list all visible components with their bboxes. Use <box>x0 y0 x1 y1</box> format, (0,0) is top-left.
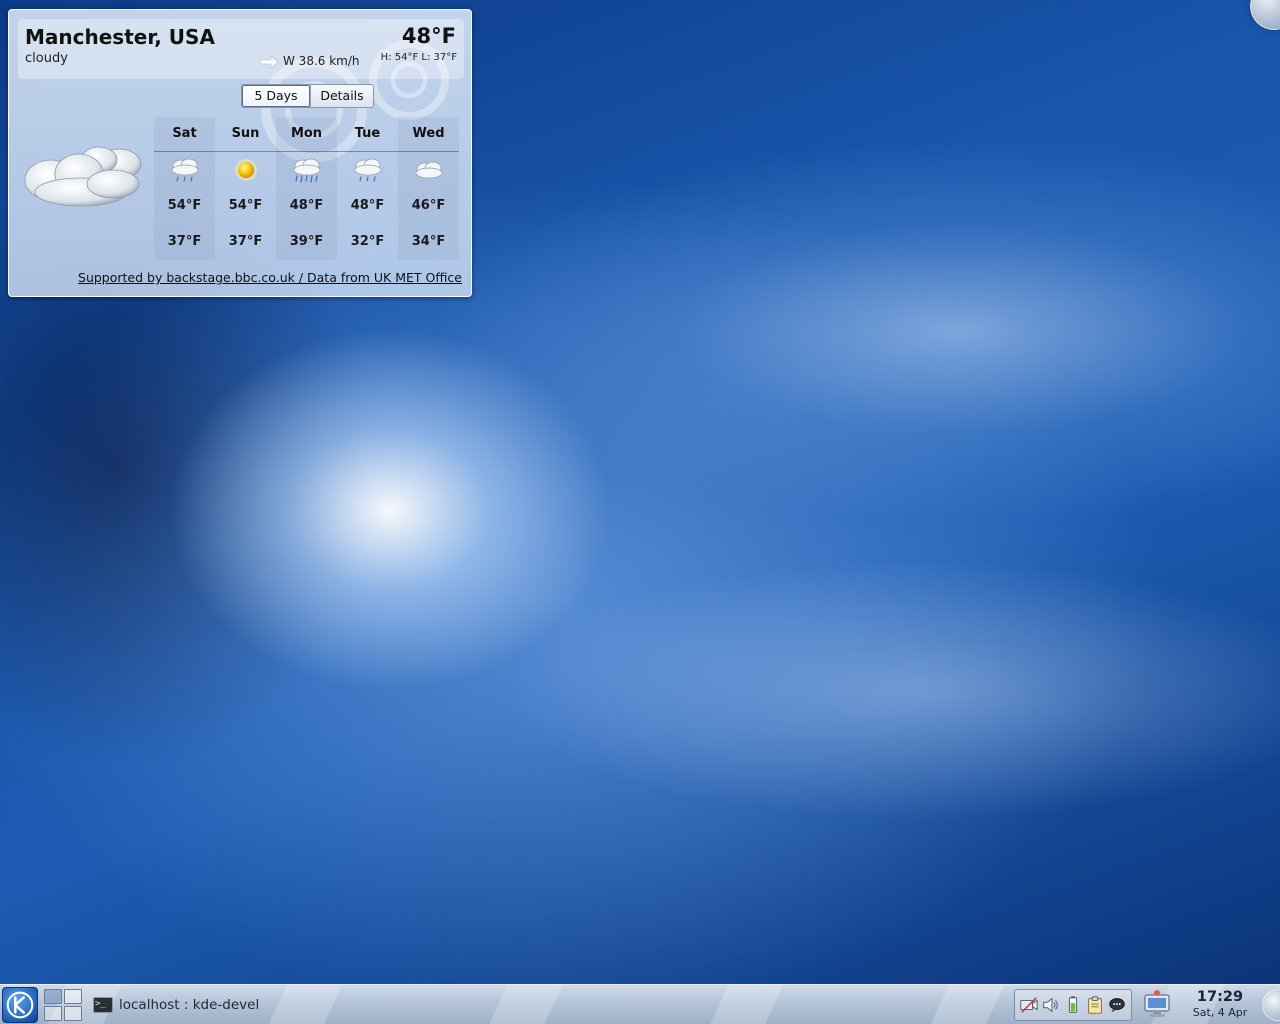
clipboard-icon[interactable] <box>1084 994 1106 1016</box>
taskbar-panel: >_ localhost : kde-devel 17:29 Sat, 4 Ap… <box>0 984 1280 1024</box>
forecast-high: 54°F <box>167 198 202 213</box>
panel-toolbox-button[interactable] <box>1262 989 1280 1021</box>
pager-desktop-4[interactable] <box>64 1006 82 1021</box>
cloudy-icon <box>415 161 443 179</box>
current-cloudy-icon <box>24 146 142 207</box>
notifications-icon[interactable] <box>1106 994 1128 1016</box>
high-low-temperature: H: 54°F L: 37°F <box>380 52 457 63</box>
forecast-low: 34°F <box>411 234 446 249</box>
video-camera-icon[interactable] <box>1018 994 1040 1016</box>
pager-desktop-3[interactable] <box>44 1006 62 1021</box>
credits-link[interactable]: Supported by backstage.bbc.co.uk / Data … <box>78 270 462 285</box>
taskbar-item-terminal[interactable]: >_ localhost : kde-devel <box>88 990 310 1020</box>
forecast-day: Mon <box>290 126 323 141</box>
network-icon[interactable] <box>1142 989 1172 1021</box>
kde-menu-button[interactable] <box>2 987 38 1023</box>
forecast-column: Mon 48°F 39°F <box>276 117 337 260</box>
forecast-column: Sat 54°F 37°F <box>154 117 215 260</box>
wind-info: W 38.6 km/h <box>283 54 360 68</box>
tab-details[interactable]: Details <box>310 85 373 107</box>
system-tray <box>1014 989 1132 1021</box>
heavy-rain-icon <box>293 158 321 183</box>
light-rain-icon <box>354 158 382 182</box>
forecast-column: Sun 54°F 37°F <box>215 117 276 260</box>
pager-desktop-2[interactable] <box>64 989 82 1004</box>
sunny-icon <box>235 159 257 181</box>
forecast-high: 48°F <box>289 198 324 213</box>
forecast-day: Sun <box>231 126 260 141</box>
tab-5-days[interactable]: 5 Days <box>242 85 310 107</box>
digital-clock[interactable]: 17:29 Sat, 4 Apr <box>1178 988 1262 1020</box>
forecast-column: Tue 48°F 32°F <box>337 117 398 260</box>
forecast-day: Tue <box>354 126 381 141</box>
kde-logo-icon <box>6 991 34 1019</box>
forecast-header-divider <box>154 151 459 152</box>
forecast-table: Sat 54°F 37°F Sun 54°F 37°F Mon 48°F 39°… <box>154 117 459 260</box>
city-name: Manchester, USA <box>25 25 215 49</box>
current-temperature: 48°F <box>401 24 456 48</box>
terminal-icon: >_ <box>93 997 113 1013</box>
forecast-low: 39°F <box>289 234 324 249</box>
forecast-column: Wed 46°F 34°F <box>398 117 459 260</box>
light-rain-icon <box>171 158 199 182</box>
view-tabbar: 5 Days Details <box>241 84 374 108</box>
battery-icon[interactable] <box>1062 994 1084 1016</box>
forecast-low: 37°F <box>167 234 202 249</box>
forecast-day: Sat <box>172 126 197 141</box>
clock-time: 17:29 <box>1196 989 1244 1005</box>
forecast-high: 48°F <box>350 198 385 213</box>
pager-desktop-1[interactable] <box>44 989 62 1004</box>
clock-date: Sat, 4 Apr <box>1192 1006 1248 1019</box>
desktop-toolbox-button[interactable] <box>1250 0 1280 30</box>
wind-arrow-icon <box>259 55 279 69</box>
forecast-low: 37°F <box>228 234 263 249</box>
forecast-day: Wed <box>412 126 445 141</box>
volume-icon[interactable] <box>1040 994 1062 1016</box>
weather-widget: Manchester, USA cloudy 48°F W 38.6 km/h … <box>8 9 472 297</box>
taskbar-item-label: localhost : kde-devel <box>119 997 260 1013</box>
forecast-high: 54°F <box>228 198 263 213</box>
forecast-low: 32°F <box>350 234 385 249</box>
current-condition: cloudy <box>25 51 68 66</box>
desktop-pager <box>44 989 82 1021</box>
forecast-high: 46°F <box>411 198 446 213</box>
